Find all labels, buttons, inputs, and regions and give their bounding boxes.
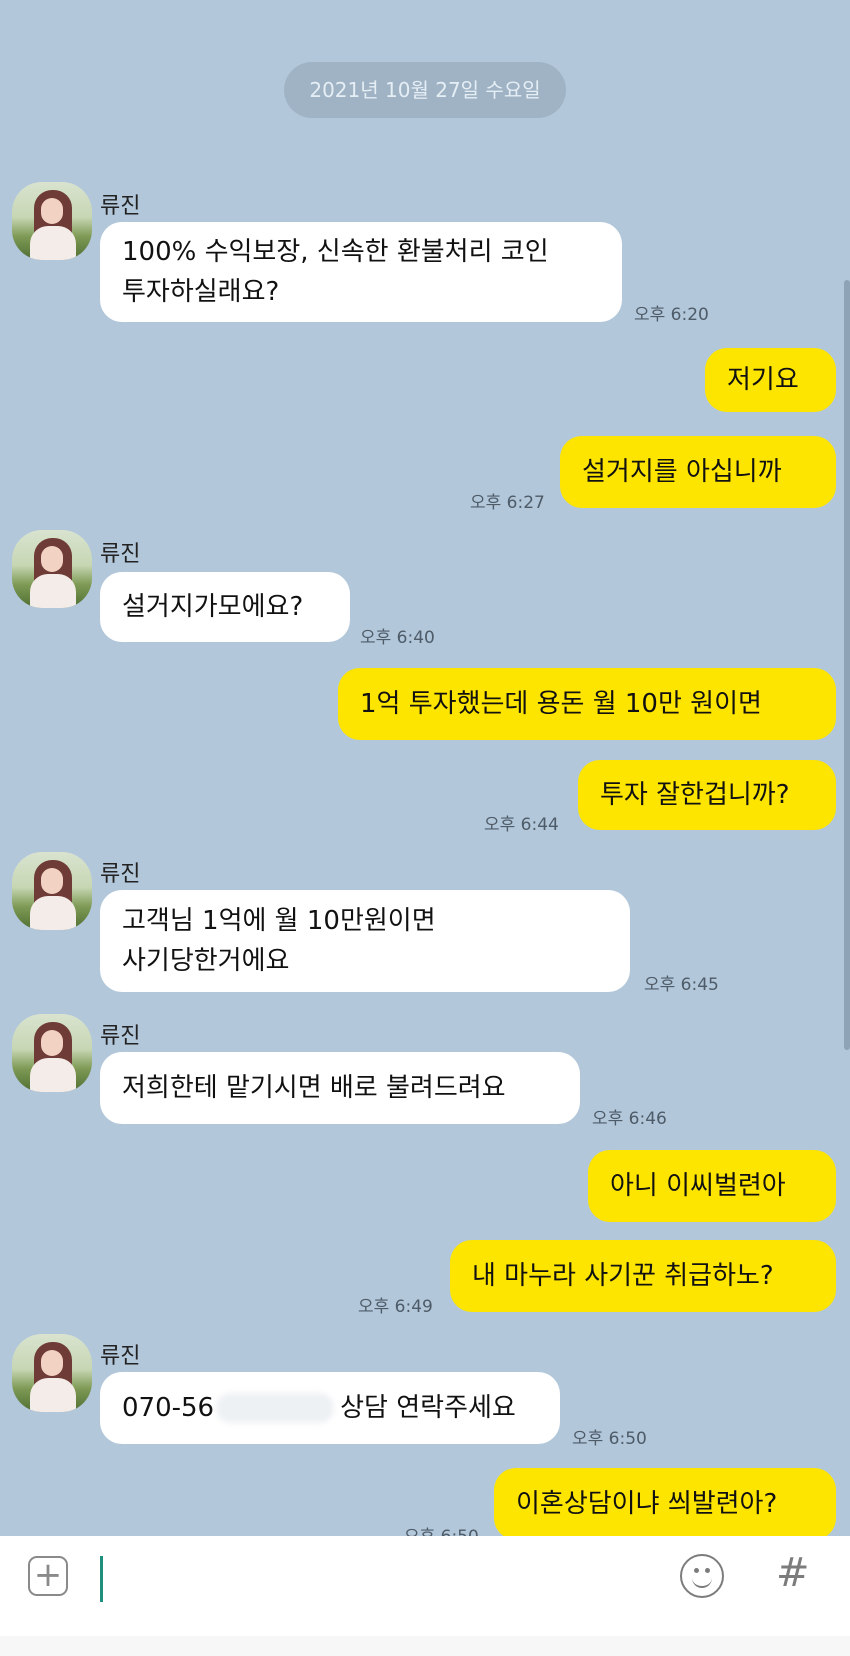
message-bubble-outgoing[interactable]: 내 마누라 사기꾼 취급하노?	[450, 1240, 836, 1312]
emoji-icon[interactable]	[680, 1554, 724, 1598]
message-time: 오후 6:45	[644, 975, 719, 995]
message-time: 오후 6:49	[358, 1297, 433, 1317]
message-time: 오후 6:40	[360, 628, 435, 648]
message-time: 오후 6:20	[634, 305, 709, 325]
date-divider: 2021년 10월 27일 수요일	[284, 62, 566, 118]
sender-name: 류진	[100, 1024, 141, 1049]
bottom-bar	[0, 1636, 850, 1656]
message-bubble-incoming[interactable]: 070-56 상담 연락주세요	[100, 1372, 560, 1444]
sender-name: 류진	[100, 194, 141, 219]
message-bubble-outgoing[interactable]: 저기요	[705, 348, 836, 412]
message-bubble-incoming[interactable]: 고객님 1억에 월 10만원이면 사기당한거에요	[100, 890, 630, 992]
contact-avatar[interactable]	[12, 852, 92, 930]
sender-name: 류진	[100, 862, 141, 887]
watermark: 일베저장소	[8, 1612, 87, 1631]
phone-number-visible: 070-56	[122, 1393, 215, 1423]
message-time: 오후 6:50	[572, 1429, 647, 1449]
hash-icon[interactable]: #	[776, 1550, 810, 1596]
message-time: 오후 6:27	[470, 493, 545, 513]
message-bubble-outgoing[interactable]: 1억 투자했는데 용돈 월 10만 원이면	[338, 668, 836, 740]
message-text: 상담 연락주세요	[340, 1393, 516, 1423]
contact-avatar[interactable]	[12, 1334, 92, 1412]
message-time: 오후 6:46	[592, 1109, 667, 1129]
message-bubble-outgoing[interactable]: 설거지를 아십니까	[560, 436, 836, 508]
contact-avatar[interactable]	[12, 1014, 92, 1092]
scrollbar[interactable]	[844, 280, 850, 1050]
contact-avatar[interactable]	[12, 182, 92, 260]
message-bubble-outgoing[interactable]: 투자 잘한겁니까?	[578, 760, 836, 830]
message-time: 오후 6:44	[484, 815, 559, 835]
sender-name: 류진	[100, 542, 141, 567]
message-bubble-outgoing[interactable]: 아니 이씨벌련아	[588, 1150, 836, 1222]
sender-name: 류진	[100, 1344, 141, 1369]
plus-icon[interactable]: +	[28, 1556, 68, 1596]
message-bubble-incoming[interactable]: 설거지가모에요?	[100, 572, 350, 642]
message-input[interactable]	[100, 1556, 103, 1602]
phone-number-redacted	[216, 1393, 335, 1423]
message-bubble-incoming[interactable]: 100% 수익보장, 신속한 환불처리 코인 투자하실래요?	[100, 222, 622, 322]
contact-avatar[interactable]	[12, 530, 92, 608]
message-composer: + #	[0, 1536, 850, 1636]
message-bubble-incoming[interactable]: 저희한테 맡기시면 배로 불려드려요	[100, 1052, 580, 1124]
message-bubble-outgoing[interactable]: 이혼상담이냐 씌발련아?	[494, 1468, 836, 1540]
